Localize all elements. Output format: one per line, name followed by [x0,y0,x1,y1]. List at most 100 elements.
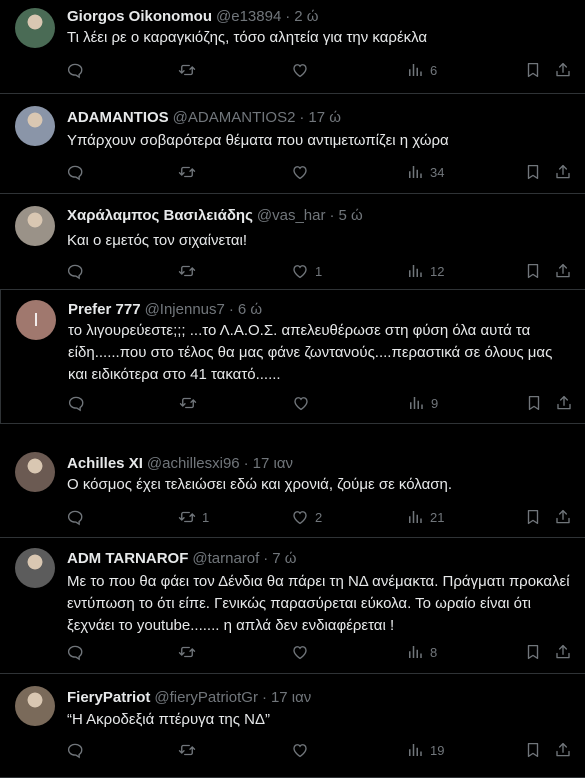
like-button[interactable] [291,740,315,760]
share-button[interactable] [554,740,572,760]
bookmark-button[interactable] [524,162,542,182]
avatar[interactable] [15,548,55,588]
avatar[interactable] [15,206,55,246]
tweet[interactable]: Giorgos Oikonomou @e13894 · 2 ώ Τι λέει ρε ο… [0,0,585,94]
author-name[interactable]: Prefer 777 [68,301,141,318]
timestamp[interactable]: 17 ιαν [253,455,293,472]
tweet[interactable]: Χαράλαμπος Βασιλειάδης @vas_har · 5 ώ Και ο … [0,194,585,290]
reply-button[interactable] [66,507,90,527]
views-button[interactable]: 8 [406,642,437,662]
separator-dot: · [285,8,291,25]
view-count: 9 [431,395,439,411]
author-handle[interactable]: @vas_har [257,207,326,224]
tweet[interactable]: ADAMANTIOS @ADAMANTIOS2 · 17 ώ Υπάρχουν σοβα… [0,94,585,194]
tweet[interactable]: Achilles XI @achillesxi96 · 17 ιαν Ο κόσμος … [0,424,585,538]
like-button[interactable] [291,642,315,662]
author-handle[interactable]: @Injennus7 [145,301,225,318]
avatar[interactable]: I [16,300,56,340]
views-button[interactable]: 12 [406,261,444,281]
analytics-icon [406,508,424,526]
tweet-header: ADM TARNAROF @tarnarof · 7 ώ [67,550,297,568]
views-button[interactable]: 34 [406,162,444,182]
retweet-button[interactable] [178,162,202,182]
share-icon [554,508,572,526]
reply-button[interactable] [66,162,90,182]
bookmark-button[interactable] [525,393,543,413]
timestamp[interactable]: 5 ώ [338,207,362,224]
reply-button[interactable] [66,261,90,281]
share-button[interactable] [555,393,573,413]
view-count: 8 [430,644,438,660]
share-button[interactable] [554,60,572,80]
separator-dot: · [261,689,267,706]
like-button[interactable] [291,162,315,182]
avatar[interactable] [15,8,55,48]
like-button[interactable] [292,393,316,413]
tweet-text: “Η Ακροδεξιά πτέρυγα της ΝΔ” [67,711,271,728]
bookmark-button[interactable] [524,60,542,80]
bookmark-button[interactable] [524,642,542,662]
reply-button[interactable] [67,393,91,413]
reply-button[interactable] [66,740,90,760]
author-name[interactable]: FieryPatriot [67,689,150,706]
avatar[interactable] [15,106,55,146]
retweet-button[interactable] [178,642,202,662]
author-handle[interactable]: @e13894 [216,8,281,25]
tweet-header: ADAMANTIOS @ADAMANTIOS2 · 17 ώ [67,109,341,127]
separator-dot: · [243,455,249,472]
heart-icon [291,643,309,661]
author-name[interactable]: Achilles XI [67,455,143,472]
bookmark-icon [525,394,543,412]
heart-icon [292,394,310,412]
like-button[interactable]: 2 [291,507,322,527]
tweet-text: Τι λέει ρε ο καραγκιόζης, τόσο αλητεία γ… [67,29,428,46]
author-name[interactable]: Χαράλαμπος Βασιλειάδης [67,207,253,224]
author-name[interactable]: ADAMANTIOS [67,109,169,126]
author-handle[interactable]: @fieryPatriotGr [154,689,258,706]
share-button[interactable] [554,261,572,281]
retweet-button[interactable] [178,261,202,281]
share-button[interactable] [554,162,572,182]
retweet-button[interactable] [178,740,202,760]
retweet-button[interactable] [179,393,203,413]
tweet-text: Και ο εμετός τον σιχαίνεται! [67,232,248,249]
views-button[interactable]: 6 [406,60,437,80]
timestamp[interactable]: 7 ώ [272,550,296,567]
share-button[interactable] [554,642,572,662]
author-name[interactable]: ADM TARNAROF [67,550,188,567]
bookmark-button[interactable] [524,740,542,760]
heart-icon [291,508,309,526]
separator-dot: · [228,301,234,318]
heart-icon [291,163,309,181]
retweet-icon [178,163,196,181]
avatar[interactable] [15,452,55,492]
bookmark-button[interactable] [524,507,542,527]
author-name[interactable]: Giorgos Oikonomou [67,8,212,25]
retweet-button[interactable] [178,60,202,80]
tweet[interactable]: FieryPatriot @fieryPatriotGr · 17 ιαν “Η Ακρ… [0,674,585,778]
timestamp[interactable]: 17 ώ [308,109,341,126]
like-button[interactable]: 1 [291,261,322,281]
share-button[interactable] [554,507,572,527]
retweet-button[interactable]: 1 [178,507,209,527]
like-button[interactable] [291,60,315,80]
views-button[interactable]: 19 [406,740,444,760]
reply-feed: Giorgos Oikonomou @e13894 · 2 ώ Τι λέει ρε ο… [0,0,585,778]
tweet[interactable]: I Prefer 777 @Injennus7 · 6 ώ το λιγουρεύεστε… [0,290,585,424]
timestamp[interactable]: 2 ώ [294,8,318,25]
avatar[interactable] [15,686,55,726]
share-icon [554,163,572,181]
views-button[interactable]: 9 [407,393,438,413]
separator-dot: · [329,207,335,224]
author-handle[interactable]: @ADAMANTIOS2 [173,109,296,126]
reply-icon [66,741,84,759]
reply-button[interactable] [66,642,90,662]
tweet[interactable]: ADM TARNAROF @tarnarof · 7 ώ Με το που θα φά… [0,538,585,674]
bookmark-button[interactable] [524,261,542,281]
author-handle[interactable]: @achillesxi96 [147,455,240,472]
reply-button[interactable] [66,60,90,80]
timestamp[interactable]: 17 ιαν [271,689,311,706]
author-handle[interactable]: @tarnarof [192,550,259,567]
views-button[interactable]: 21 [406,507,444,527]
timestamp[interactable]: 6 ώ [238,301,262,318]
